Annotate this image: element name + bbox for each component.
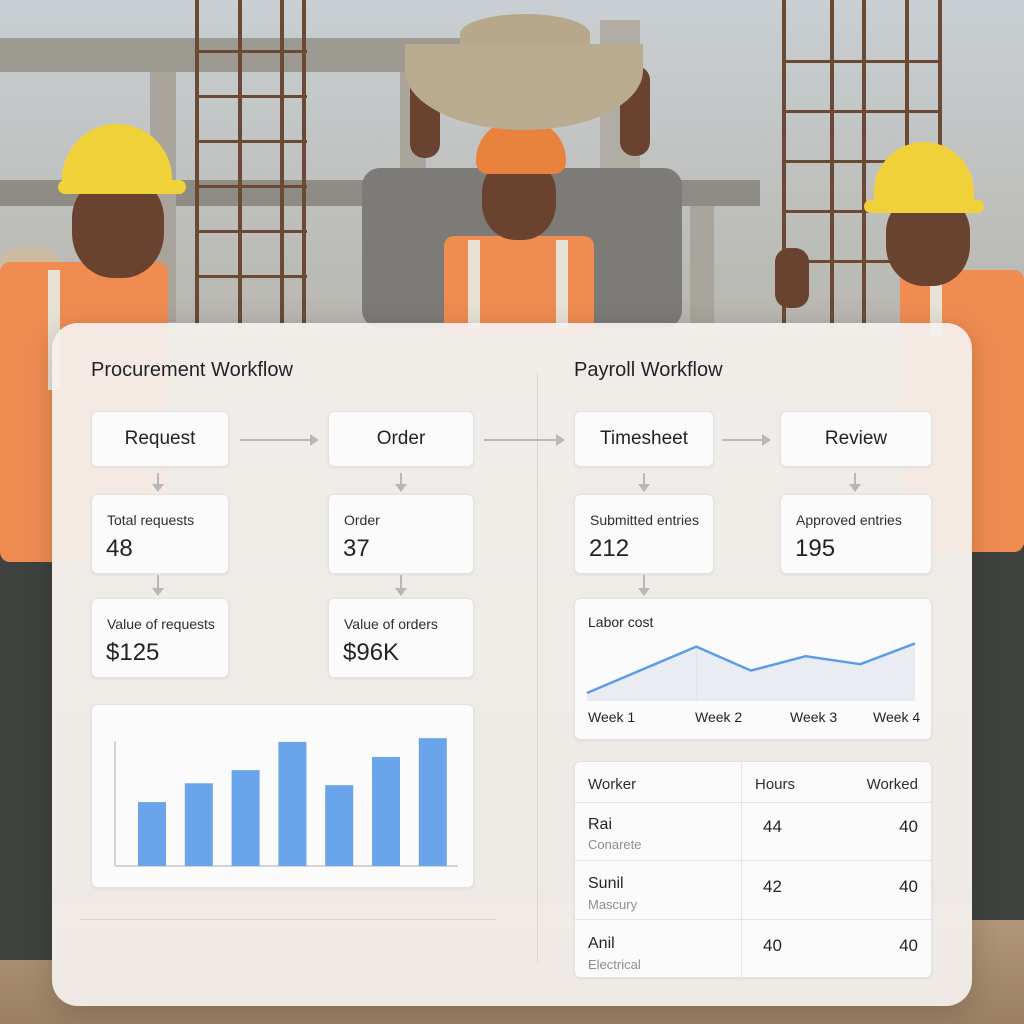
metric-submitted-entries[interactable]: Submitted entries 212 — [574, 494, 714, 574]
step-request[interactable]: Request — [91, 411, 229, 467]
bar-4 — [278, 741, 307, 866]
metric-value: 212 — [589, 535, 630, 562]
bar-7 — [418, 738, 447, 866]
section-divider — [537, 373, 538, 963]
metric-order[interactable]: Order 37 — [328, 494, 474, 574]
metric-label: Approved entries — [796, 512, 902, 528]
arrow-review-down — [849, 473, 861, 492]
step-timesheet[interactable]: Timesheet — [574, 411, 714, 467]
metric-label: Value of requests — [107, 616, 215, 632]
arrow-entries-down — [638, 575, 650, 596]
x-tick-week-1: Week 1 — [588, 709, 636, 725]
bar-2 — [184, 783, 213, 866]
arrow-orders-down — [395, 575, 407, 596]
arrow-request-down — [152, 473, 164, 492]
bar-3 — [231, 770, 260, 866]
bar-1 — [138, 802, 166, 866]
column-divider — [741, 762, 742, 979]
header-worker: Worker — [588, 776, 637, 793]
bar-5 — [325, 785, 354, 866]
worker-name: Sunil — [588, 875, 624, 892]
step-review[interactable]: Review — [780, 411, 932, 467]
worked-value: 40 — [899, 817, 918, 836]
metric-value: $125 — [106, 639, 160, 666]
arrow-timesheet-down — [638, 473, 650, 492]
metric-value: 195 — [795, 535, 836, 562]
metric-value: 48 — [106, 535, 133, 562]
arrow-order-down — [395, 473, 407, 492]
payroll-title: Payroll Workflow — [574, 359, 723, 381]
worked-value: 40 — [899, 877, 918, 896]
metric-label: Value of orders — [344, 616, 438, 632]
arrow-request-to-order — [240, 434, 319, 446]
metric-approved-entries[interactable]: Approved entries 195 — [780, 494, 932, 574]
arrow-to-payroll — [484, 434, 565, 446]
worker-role: Mascury — [588, 897, 638, 912]
metric-label: Order — [344, 512, 380, 528]
metric-value-of-orders[interactable]: Value of orders $96K — [328, 598, 474, 678]
labor-cost-label: Labor cost — [588, 614, 654, 630]
x-tick-week-4: Week 4 — [873, 709, 921, 725]
procurement-bar-chart — [91, 704, 474, 888]
arrow-timesheet-to-review — [722, 434, 771, 446]
header-hours: Hours — [755, 776, 796, 793]
bar-6 — [372, 756, 400, 866]
bar-chart-svg — [114, 738, 458, 867]
worker-role: Conarete — [588, 837, 642, 852]
worked-value: 40 — [899, 936, 918, 955]
x-tick-week-2: Week 2 — [695, 709, 743, 725]
worker-hours-table: Worker Hours Worked Rai Conarete 44 40 S… — [574, 761, 933, 979]
metric-label: Total requests — [107, 512, 195, 528]
bottom-divider — [80, 919, 496, 920]
hours-value: 42 — [763, 877, 782, 896]
metric-value: $96K — [343, 639, 400, 666]
workflow-dashboard-panel: Procurement Workflow Request Order Total… — [52, 323, 972, 1006]
hours-value: 40 — [763, 936, 782, 955]
step-order[interactable]: Order — [328, 411, 474, 467]
x-tick-week-3: Week 3 — [790, 709, 838, 725]
metric-value: 37 — [343, 535, 370, 562]
worker-name: Anil — [588, 935, 615, 952]
hours-value: 44 — [763, 817, 782, 836]
labor-cost-chart: Labor cost Week 1 Week 2 Week 3 Week 4 — [574, 598, 932, 740]
metric-value-of-requests[interactable]: Value of requests $125 — [91, 598, 229, 678]
arrow-requests-down — [152, 575, 164, 596]
worker-name: Rai — [588, 816, 613, 833]
procurement-title: Procurement Workflow — [91, 359, 293, 381]
header-worked: Worked — [866, 776, 918, 793]
worker-role: Electrical — [588, 957, 641, 972]
metric-label: Submitted entries — [590, 512, 699, 528]
metric-total-requests[interactable]: Total requests 48 — [91, 494, 229, 574]
